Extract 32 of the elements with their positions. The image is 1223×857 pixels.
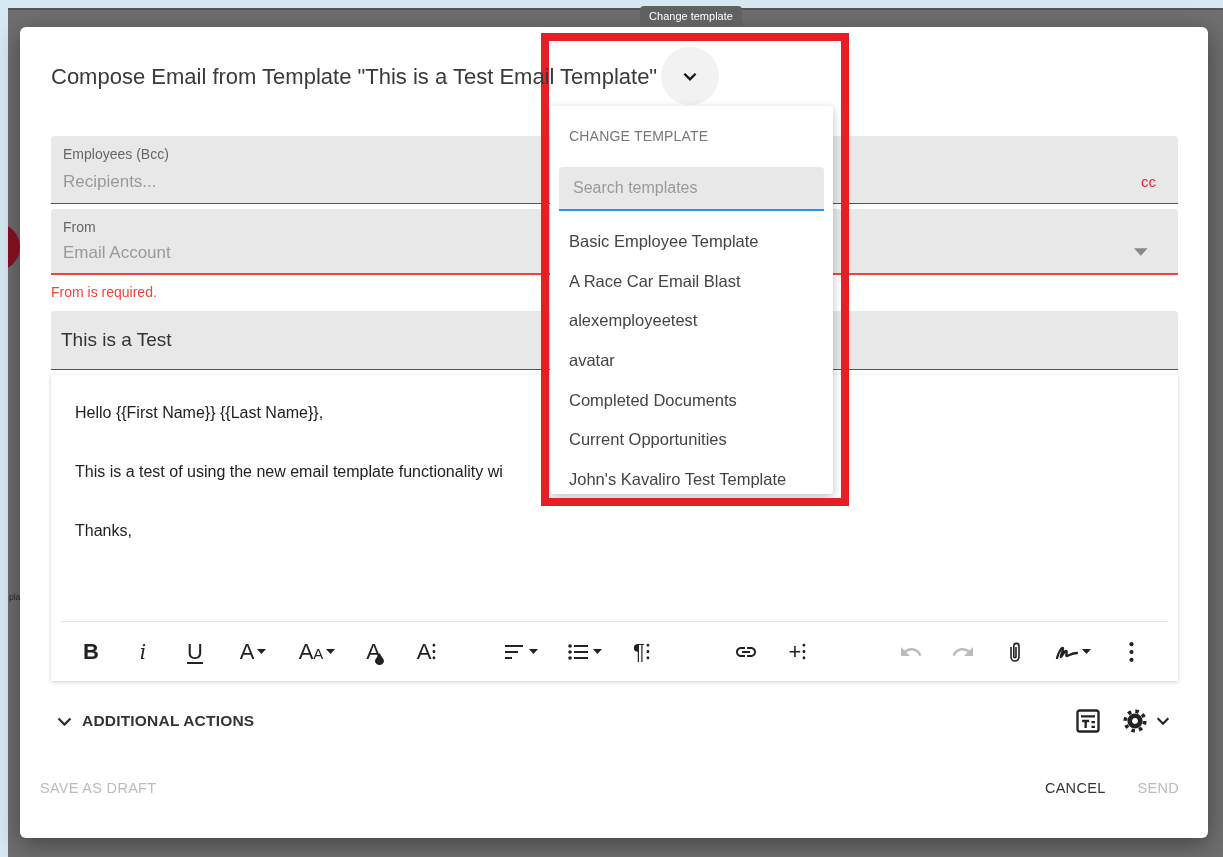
italic-button[interactable]: i [117, 631, 169, 672]
error-message: From is required. [51, 283, 158, 302]
more-icon [1128, 641, 1134, 662]
dropdown-caret-icon [1134, 248, 1148, 257]
field-label: Employees (Bcc) [63, 145, 170, 163]
menu-item[interactable]: A Race Car Email Blast [559, 261, 824, 302]
tooltip: Change template [640, 6, 742, 27]
menu-item[interactable]: Basic Employee Template [559, 222, 824, 262]
font-size-button[interactable]: AA [285, 631, 349, 672]
menu-item[interactable]: Current Opportunities [559, 420, 824, 461]
cancel-button[interactable]: CANCEL [1044, 778, 1106, 800]
additional-actions-toggle[interactable]: ADDITIONAL ACTIONS [51, 709, 255, 733]
field-label: From [63, 217, 97, 236]
menu-item[interactable]: avatar [559, 341, 824, 381]
menu-item[interactable]: alexemployeetest [559, 301, 824, 342]
bold-button[interactable]: B [65, 631, 117, 672]
chevron-down-icon [1156, 717, 1170, 725]
template-icon [1074, 707, 1102, 735]
menu-item[interactable]: Completed Documents [559, 380, 824, 421]
format-button[interactable]: +⁝ [772, 631, 824, 672]
format-button[interactable]: A [221, 631, 285, 672]
format-button[interactable]: ¶⁝ [616, 631, 668, 672]
menu-item[interactable]: John's Kavaliro Test Template [559, 460, 824, 494]
body-text: This is a test of using the new email template functionality wi [75, 462, 503, 482]
settings-icon [1122, 708, 1148, 734]
body-text: Thanks, [75, 521, 132, 541]
underline-button[interactable]: U [169, 631, 221, 672]
search-field[interactable]: Search templates [559, 167, 824, 211]
menu-header: CHANGE TEMPLATE [569, 127, 710, 146]
body-text: Hello {{First Name}} {{Last Name}}, [75, 403, 324, 423]
chevron-down-icon [683, 71, 698, 81]
format-button[interactable]: A⁝ [401, 631, 453, 672]
